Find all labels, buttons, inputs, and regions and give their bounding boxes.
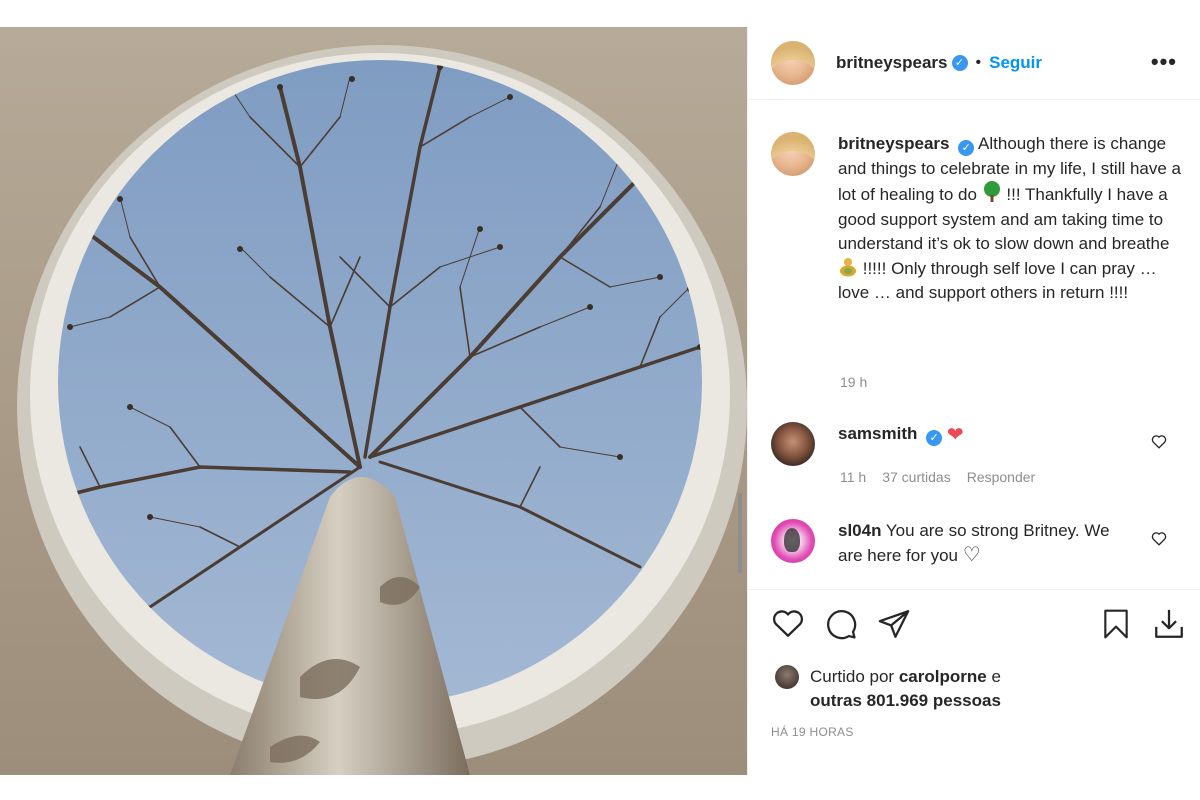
more-options-icon[interactable]: ••• — [1151, 49, 1177, 75]
heart-icon[interactable] — [771, 607, 805, 639]
post-timestamp[interactable]: HÁ 19 HORAS — [771, 725, 854, 739]
tree-photo-illustration — [17, 45, 747, 775]
white-heart-emoji: ♡ — [962, 544, 981, 566]
post-photo[interactable] — [0, 27, 747, 775]
comment-like-heart-icon[interactable] — [1151, 531, 1167, 546]
commenter-avatar[interactable] — [771, 422, 815, 466]
comment-text: sl04n You are so strong Britney. We are … — [838, 519, 1138, 568]
commenter-username[interactable]: sl04n — [838, 521, 881, 540]
commenter-avatar[interactable] — [771, 519, 815, 563]
buddha-emoji — [840, 257, 856, 276]
likes-text: Curtido por carolporne e outras 801.969 … — [810, 665, 1001, 713]
follow-button[interactable]: Seguir — [989, 53, 1042, 73]
comment-meta: 11 h 37 curtidas Responder — [840, 469, 1035, 485]
likes-summary: Curtido por carolporne e outras 801.969 … — [775, 665, 1001, 713]
comment-likes-count[interactable]: 37 curtidas — [882, 469, 950, 485]
post-caption: britneyspears ✓ Although there is change… — [771, 132, 1191, 306]
comment-text: samsmith ✓ ❤ — [838, 422, 1138, 466]
author-username[interactable]: britneyspears — [836, 53, 948, 73]
liked-by-conj: e — [991, 667, 1001, 686]
comment-body: ❤ — [946, 424, 964, 446]
post-header: britneyspears ✓ • Seguir ••• — [748, 27, 1200, 100]
post-panel: britneyspears ✓ • Seguir ••• britneyspea… — [747, 27, 1200, 775]
caption-text: britneyspears ✓ Although there is change… — [838, 132, 1183, 306]
caption-author-username[interactable]: britneyspears — [838, 134, 950, 153]
tree-emoji — [983, 181, 1000, 202]
author-avatar[interactable] — [771, 41, 815, 85]
liker-avatar[interactable] — [775, 665, 799, 689]
share-icon[interactable] — [877, 607, 911, 641]
comment-icon[interactable] — [824, 607, 858, 641]
comment-item: sl04n You are so strong Britney. We are … — [771, 519, 1191, 568]
download-icon[interactable] — [1152, 607, 1186, 641]
others-likes-link[interactable]: outras 801.969 pessoas — [810, 691, 1001, 710]
caption-timestamp[interactable]: 19 h — [840, 374, 867, 390]
liker-username[interactable]: carolporne — [899, 667, 987, 686]
comment-like-heart-icon[interactable] — [1151, 434, 1167, 449]
actions-divider — [748, 589, 1200, 590]
verified-badge-icon: ✓ — [958, 140, 975, 156]
comment-timestamp[interactable]: 11 h — [840, 469, 866, 485]
caption-author-avatar[interactable] — [771, 132, 815, 176]
comment-item: samsmith ✓ ❤ — [771, 422, 1191, 466]
separator-dot: • — [975, 54, 982, 71]
verified-badge-icon: ✓ — [926, 430, 943, 446]
reply-button[interactable]: Responder — [967, 469, 1036, 485]
action-bar — [771, 607, 1186, 647]
caption-part-3: !!!!! Only through self love I can pray … — [838, 258, 1157, 303]
scrollbar[interactable] — [738, 493, 742, 573]
verified-badge-icon: ✓ — [951, 55, 968, 71]
liked-by-prefix: Curtido por — [810, 667, 895, 686]
commenter-username[interactable]: samsmith — [838, 424, 917, 443]
bookmark-icon[interactable] — [1100, 607, 1132, 641]
